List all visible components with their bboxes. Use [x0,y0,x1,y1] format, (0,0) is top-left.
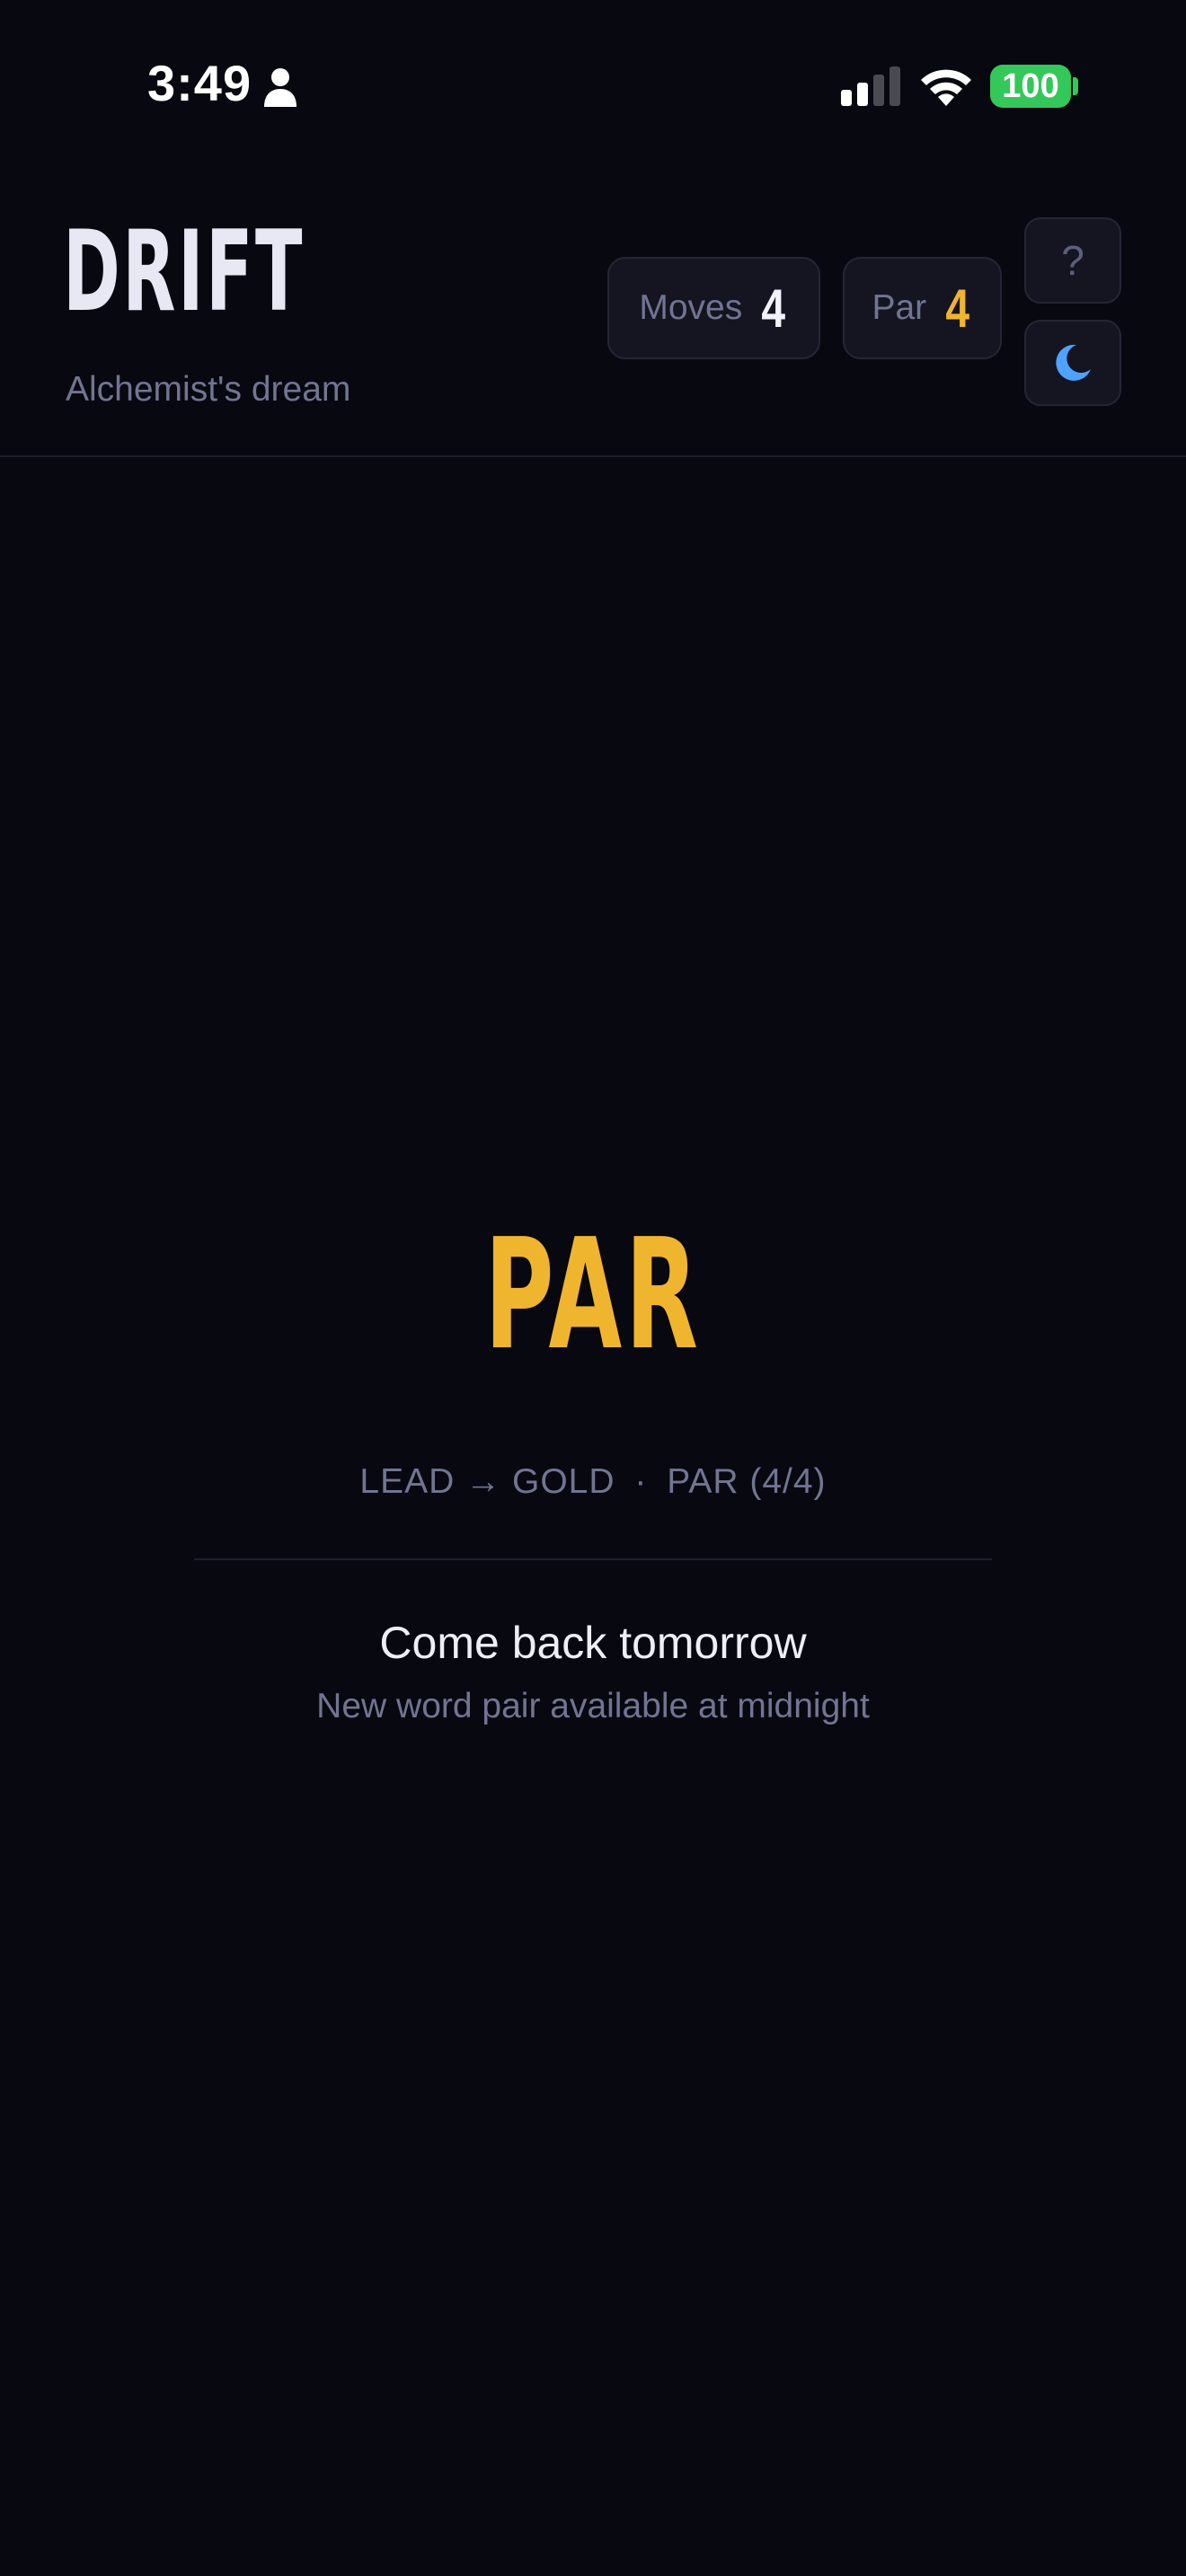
par-value: 4 [945,278,970,339]
moves-value: 4 [761,278,786,339]
app-title: DRIFT [63,207,305,337]
score: (4/4) [749,1462,827,1501]
moon-icon [1056,344,1091,381]
par-label: Par [872,288,927,327]
moves-label: Moves [639,288,743,327]
help-icon: ? [1061,237,1084,284]
result-summary: LEAD → GOLD · PAR (4/4) [0,1462,1186,1502]
theme-toggle-button[interactable] [1024,320,1121,406]
par-counter: Par 4 [843,257,1002,359]
status-bar: 3:49 100 [0,0,1186,171]
help-button[interactable]: ? [1024,217,1121,304]
next-puzzle-note: New word pair available at midnight [316,1687,870,1725]
arrow-icon: → [465,1462,502,1501]
rating-small: PAR [667,1462,739,1501]
come-back-message: Come back tomorrow [379,1618,807,1668]
person-icon [264,68,296,107]
separator-dot: · [634,1462,648,1501]
end-word: GOLD [512,1462,615,1501]
start-word: LEAD [359,1462,456,1501]
battery-cap [1073,77,1078,95]
app-header: DRIFT Alchemist's dream Moves 4 Par 4 ? [0,171,1186,457]
moves-counter: Moves 4 [607,257,820,359]
result-rating: PAR [484,1206,702,1384]
battery-icon: 100 [990,65,1071,108]
status-time: 3:49 [147,55,252,111]
cellular-signal-icon [841,66,900,106]
app-subtitle: Alchemist's dream [66,370,351,409]
wifi-icon [921,69,971,106]
divider [194,1558,992,1560]
